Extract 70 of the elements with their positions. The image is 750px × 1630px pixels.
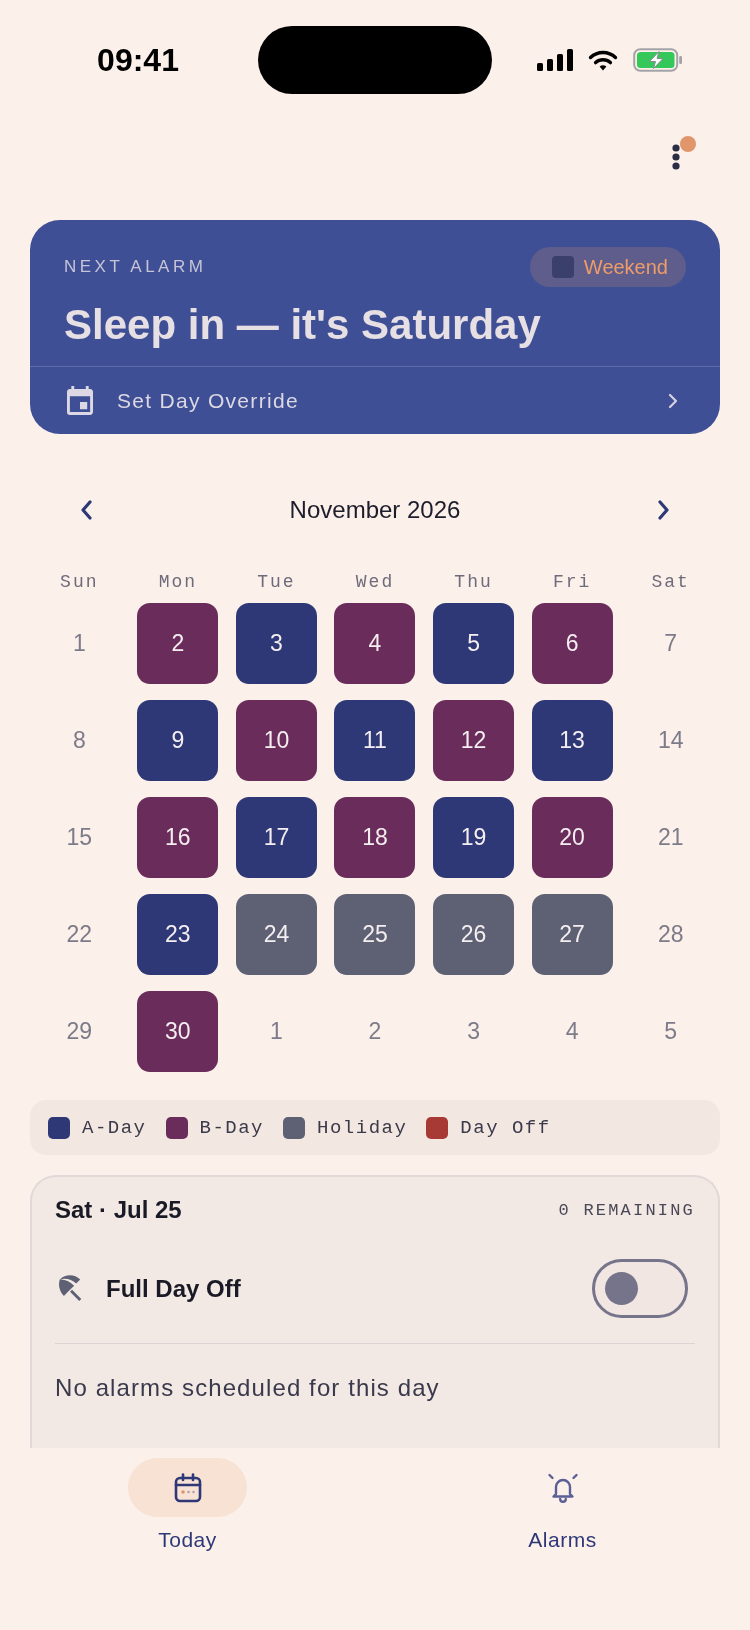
calendar-day[interactable]: 3 (235, 603, 317, 684)
calendar-day[interactable]: 28 (657, 921, 684, 948)
chevron-right-icon (668, 392, 678, 409)
battery-icon (633, 48, 683, 72)
calendar-day[interactable]: 22 (66, 921, 93, 948)
calendar-day[interactable]: 5 (433, 603, 515, 684)
calendar-day[interactable]: 8 (72, 727, 86, 754)
legend-label: A-Day (82, 1116, 147, 1139)
calendar-day[interactable]: 11 (334, 700, 416, 781)
weekday-label: Wed (355, 572, 395, 592)
calendar-day[interactable]: 5 (664, 1018, 678, 1045)
wifi-icon (588, 49, 618, 71)
calendar-day[interactable]: 1 (270, 1018, 283, 1045)
calendar-day[interactable]: 21 (657, 824, 684, 851)
legend-label: Holiday (317, 1116, 408, 1139)
calendar-day[interactable]: 10 (235, 700, 317, 781)
nav-tab[interactable]: Alarms (503, 1458, 622, 1552)
calendar-day[interactable]: 4 (565, 1018, 579, 1045)
full-day-off-toggle[interactable] (592, 1259, 688, 1318)
signal-icon (537, 49, 573, 71)
weekday-label: Thu (454, 572, 493, 592)
next-alarm-title: Sleep in — it's Saturday (64, 301, 541, 349)
calendar-day[interactable]: 16 (137, 797, 219, 878)
calendar-day[interactable]: 29 (66, 1018, 93, 1045)
calendar-day[interactable]: 17 (235, 797, 317, 878)
calendar-day[interactable]: 6 (531, 603, 613, 684)
selected-date: Sat · Jul 25 (55, 1196, 182, 1224)
set-day-override-button[interactable]: Set Day Override (30, 367, 720, 434)
calendar-day[interactable]: 27 (531, 894, 613, 975)
calendar-day[interactable]: 23 (137, 894, 219, 975)
calendar-day[interactable]: 3 (467, 1018, 480, 1045)
calendar-day[interactable]: 24 (235, 894, 317, 975)
calendar-day[interactable]: 19 (433, 797, 515, 878)
weekday-label: Fri (552, 572, 592, 592)
remaining-count: 0 REMAINING (558, 1200, 695, 1220)
swatch-icon (551, 256, 574, 278)
calendar-day[interactable]: 7 (664, 630, 678, 657)
empty-message: No alarms scheduled for this day (55, 1374, 440, 1402)
legend-label: B-Day (199, 1116, 265, 1139)
full-day-off-label: Full Day Off (106, 1274, 241, 1303)
calendar-day[interactable]: 15 (66, 824, 93, 851)
calendar-day[interactable]: 18 (334, 797, 416, 878)
calendar-day[interactable]: 26 (433, 894, 515, 975)
calendar-day[interactable]: 20 (531, 797, 613, 878)
beach-umbrella-icon (57, 1275, 82, 1302)
calendar-icon (67, 386, 93, 415)
calendar-day[interactable]: 12 (433, 700, 515, 781)
calendar-day[interactable]: 2 (368, 1018, 382, 1045)
weekday-label: Sun (60, 572, 99, 592)
calendar-day[interactable]: 2 (137, 603, 219, 684)
legend-label: Day Off (460, 1116, 551, 1139)
status-time: 09:41 (97, 41, 179, 79)
weekday-label: Sat (651, 572, 690, 592)
chevron-left-icon (79, 500, 93, 520)
calendar-day[interactable]: 30 (137, 991, 219, 1072)
calendar-day[interactable]: 9 (137, 700, 219, 781)
calendar-day[interactable]: 13 (531, 700, 613, 781)
calendar-icon (173, 1472, 202, 1503)
chevron-right-icon (657, 500, 671, 520)
weekday-label: Mon (158, 572, 198, 592)
calendar-day[interactable]: 4 (334, 603, 416, 684)
calendar-day[interactable]: 1 (72, 630, 86, 657)
chip-label: Weekend (583, 255, 668, 279)
next-alarm-label: NEXT ALARM (64, 257, 207, 277)
more-vert-icon (671, 144, 681, 170)
weekday-label: Tue (257, 572, 296, 592)
calendar-day[interactable]: 25 (334, 894, 416, 975)
alarm-bell-icon (546, 1472, 579, 1503)
month-title: November 2026 (289, 496, 461, 524)
calendar-day[interactable]: 14 (657, 727, 684, 754)
